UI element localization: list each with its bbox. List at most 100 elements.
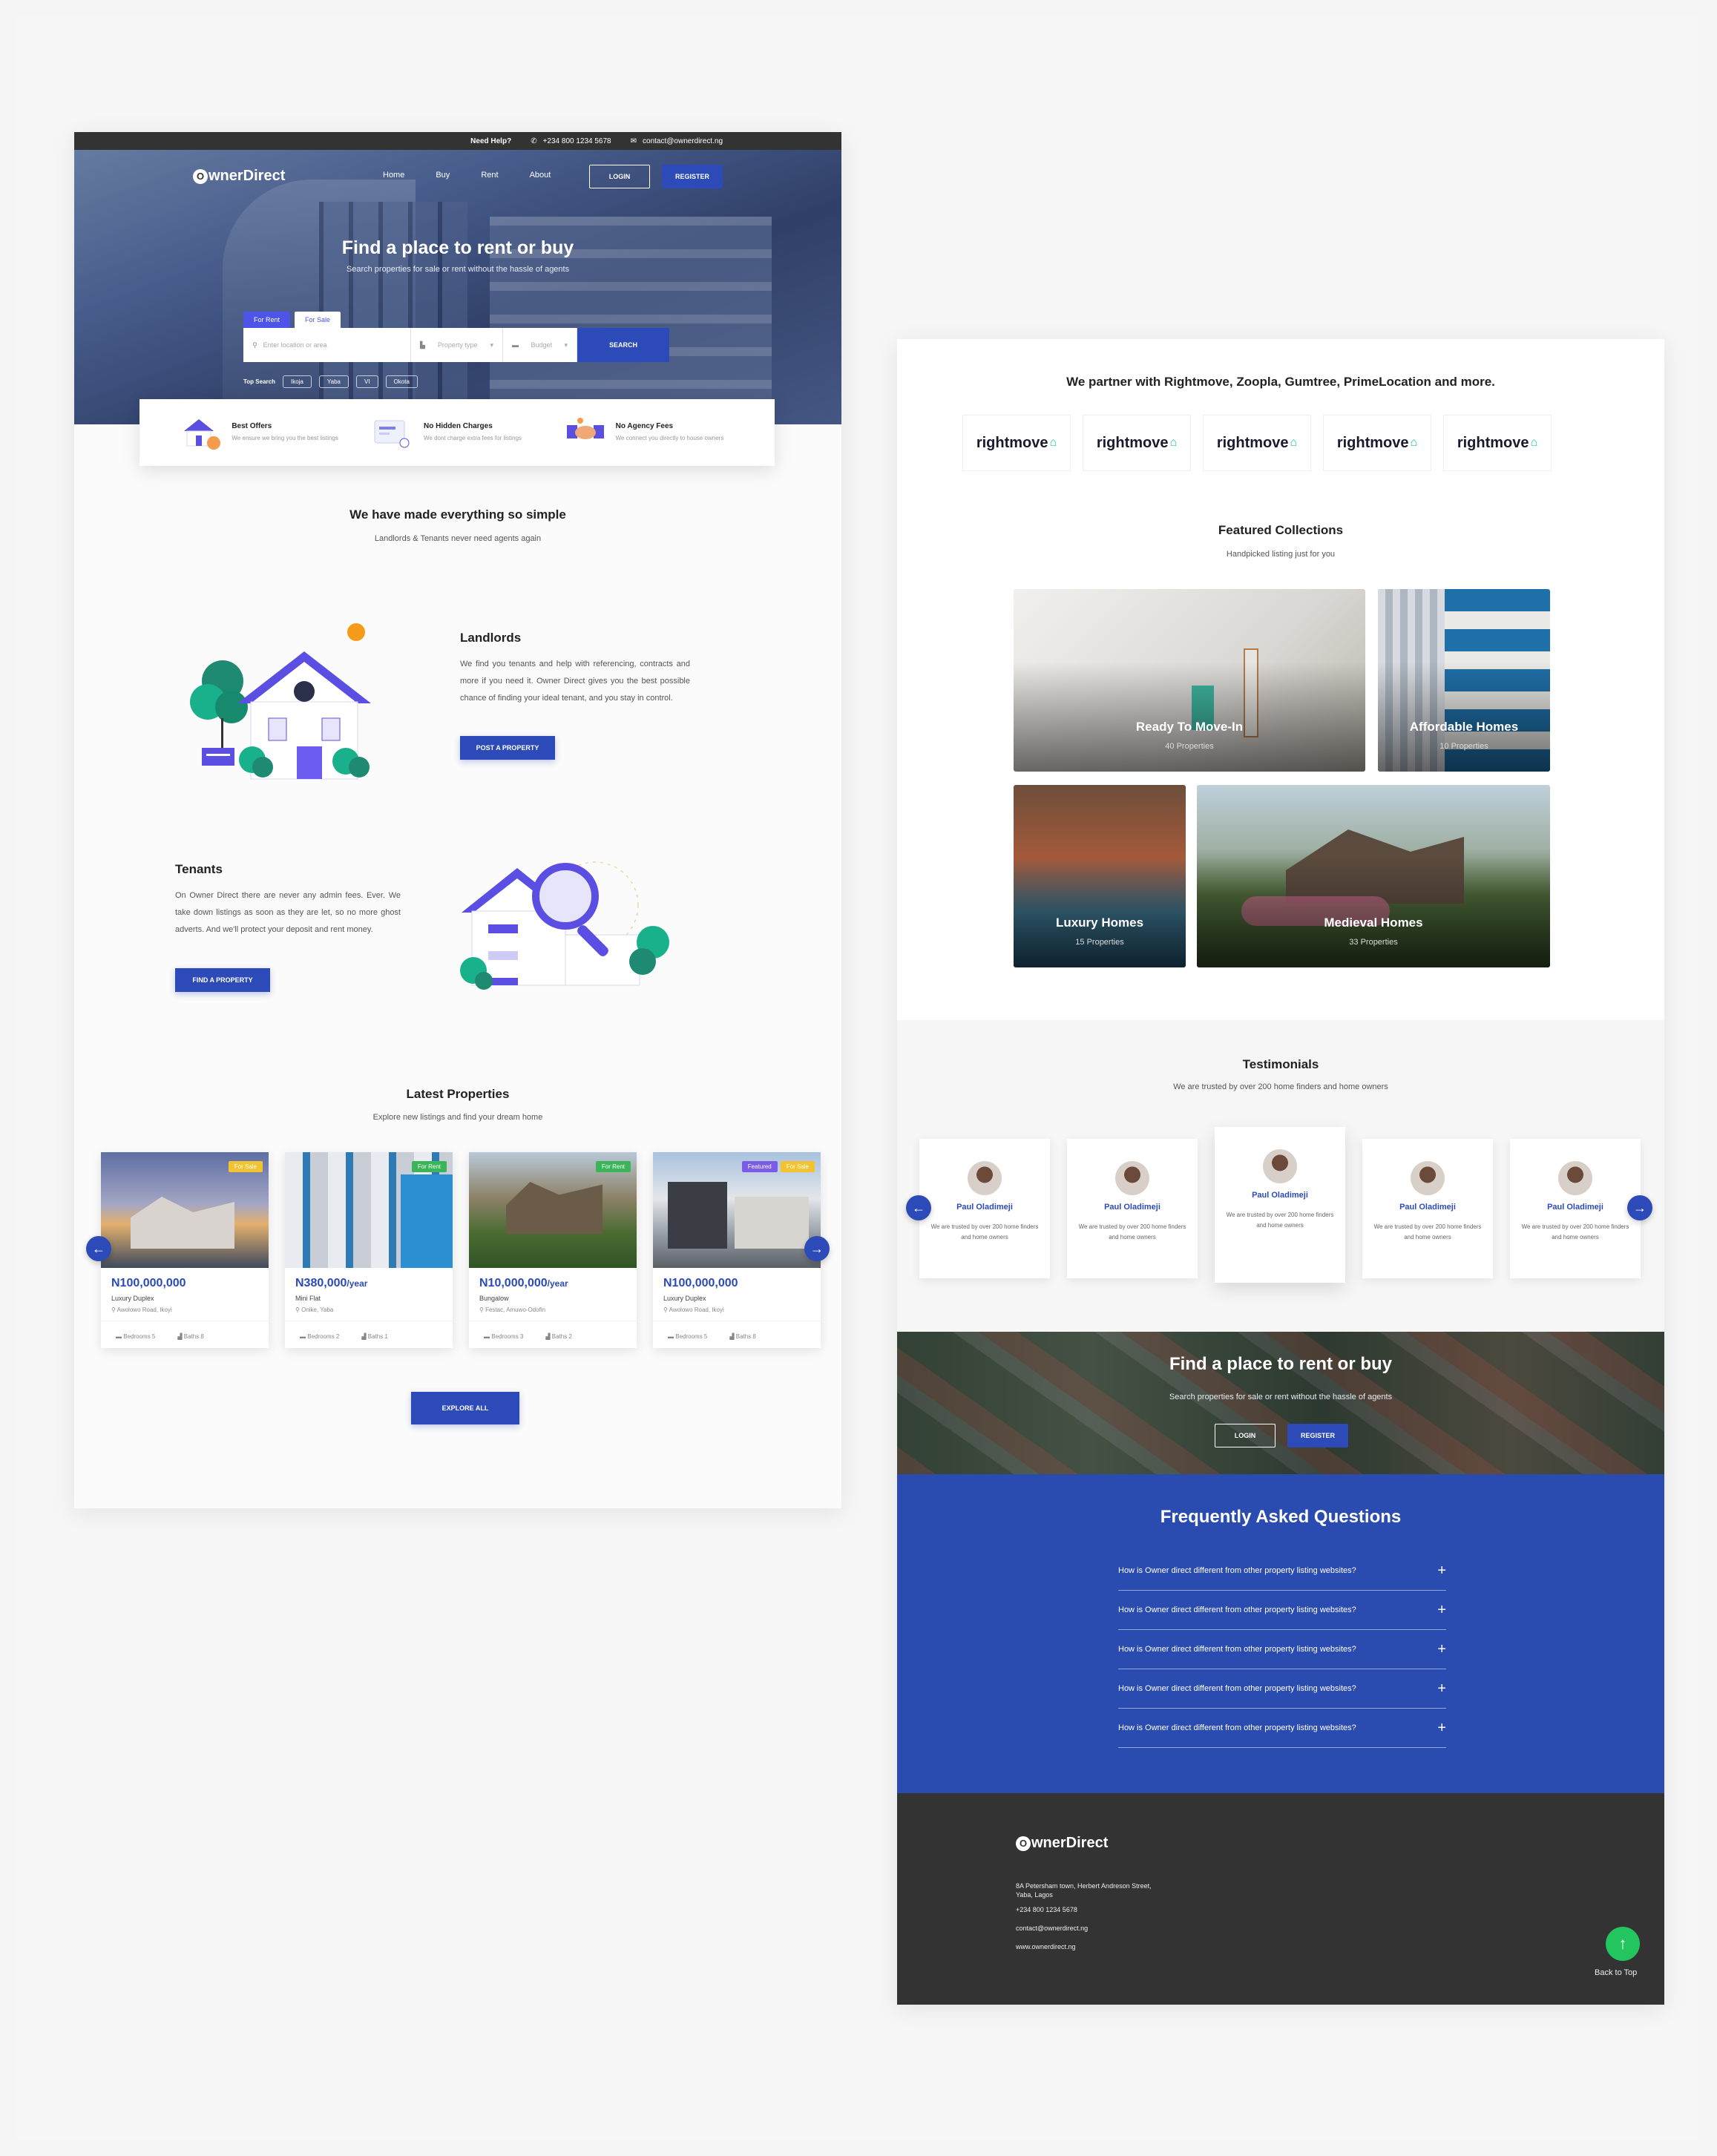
arrow-left-icon: ← bbox=[912, 1200, 925, 1215]
avatar bbox=[1263, 1149, 1297, 1183]
status-badge: For Sale bbox=[228, 1161, 263, 1172]
location-input[interactable]: ⚲ Enter location or area bbox=[243, 328, 411, 362]
status-badge: For Sale bbox=[780, 1161, 815, 1172]
landlords-text: We find you tenants and help with refere… bbox=[460, 660, 690, 703]
bed-icon: ▬ bbox=[668, 1333, 676, 1340]
feature-no-hidden-charges: No Hidden Charges We dont charge extra fe… bbox=[372, 413, 542, 452]
property-card[interactable]: For Rent N380,000/year Mini Flat ⚲ Onike… bbox=[285, 1152, 453, 1348]
email-contact[interactable]: ✉ contact@ownerdirect.ng bbox=[631, 137, 723, 145]
search-tabs: For Rent For Sale bbox=[243, 312, 341, 328]
faq-item[interactable]: How is Owner direct different from other… bbox=[1118, 1709, 1446, 1748]
partner-logo: rightmove ⌂ bbox=[1083, 415, 1191, 471]
handshake-icon bbox=[564, 413, 607, 452]
property-card[interactable]: Featured For Sale N100,000,000 Luxury Dup… bbox=[653, 1152, 821, 1348]
faq-item[interactable]: How is Owner direct different from other… bbox=[1118, 1591, 1446, 1630]
find-property-button[interactable]: FIND A PROPERTY bbox=[175, 968, 270, 992]
faq-question: How is Owner direct different from other… bbox=[1118, 1645, 1356, 1654]
avatar bbox=[968, 1161, 1002, 1195]
property-price: N100,000,000 bbox=[111, 1277, 186, 1289]
property-card[interactable]: For Sale N100,000,000 Luxury Duplex ⚲ Aw… bbox=[101, 1152, 269, 1348]
footer-email[interactable]: contact@ownerdirect.ng bbox=[1016, 1925, 1088, 1932]
top-search-chip[interactable]: VI bbox=[355, 375, 378, 388]
footer-logo[interactable]: OwnerDirect bbox=[1016, 1835, 1108, 1852]
collection-tile[interactable]: Ready To Move-In 40 Properties bbox=[1014, 589, 1365, 772]
post-property-button[interactable]: POST A PROPERTY bbox=[460, 736, 555, 760]
cta-register-button[interactable]: REGISTER bbox=[1287, 1424, 1348, 1447]
register-button[interactable]: REGISTER bbox=[662, 165, 723, 188]
property-type: Luxury Duplex bbox=[111, 1295, 154, 1302]
testimonial-text: We are trusted by over 200 home finders … bbox=[1373, 1223, 1482, 1240]
feature-desc: We dont charge extra fees for listings bbox=[423, 435, 522, 442]
latest-subtitle: Explore new listings and find your dream… bbox=[372, 1113, 543, 1122]
feature-title: No Hidden Charges bbox=[423, 422, 493, 431]
footer-phone[interactable]: +234 800 1234 5678 bbox=[1016, 1906, 1077, 1913]
nav-rent[interactable]: Rent bbox=[481, 171, 498, 180]
search-button[interactable]: SEARCH bbox=[577, 328, 669, 362]
faq-item[interactable]: How is Owner direct different from other… bbox=[1118, 1630, 1446, 1669]
cta-login-button[interactable]: LOGIN bbox=[1215, 1424, 1276, 1447]
feature-title: No Agency Fees bbox=[615, 422, 674, 431]
testimonial-text: We are trusted by over 200 home finders … bbox=[1226, 1212, 1334, 1229]
featured-title: Featured Collections bbox=[1218, 523, 1344, 537]
faq-item[interactable]: How is Owner direct different from other… bbox=[1118, 1669, 1446, 1709]
tab-for-sale[interactable]: For Sale bbox=[295, 312, 341, 328]
top-search-chip[interactable]: Okota bbox=[385, 375, 418, 388]
location-placeholder: Enter location or area bbox=[263, 341, 327, 349]
faq-question: How is Owner direct different from other… bbox=[1118, 1566, 1356, 1575]
collection-tile[interactable]: Affordable Homes 10 Properties bbox=[1378, 589, 1550, 772]
back-to-top-button[interactable]: ↑ bbox=[1606, 1927, 1640, 1961]
property-type: Luxury Duplex bbox=[663, 1295, 706, 1302]
partner-logos: rightmove ⌂ rightmove ⌂ rightmove ⌂ rightmo… bbox=[962, 415, 1552, 471]
testimonials-title: Testimonials bbox=[1242, 1057, 1319, 1071]
nav-about[interactable]: About bbox=[530, 171, 551, 180]
login-button[interactable]: LOGIN bbox=[589, 165, 650, 188]
top-search-chip[interactable]: Ikoja bbox=[282, 375, 312, 388]
collection-tile[interactable]: Medieval Homes 33 Properties bbox=[1197, 785, 1550, 967]
testimonial-next-button[interactable]: → bbox=[1627, 1195, 1652, 1220]
property-price: N380,000 bbox=[295, 1277, 347, 1289]
bedrooms: Bedrooms 5 bbox=[675, 1333, 708, 1340]
phone-contact[interactable]: ✆ +234 800 1234 5678 bbox=[531, 137, 611, 145]
collection-tile[interactable]: Luxury Homes 15 Properties bbox=[1014, 785, 1186, 967]
property-type-placeholder: Property type bbox=[437, 341, 478, 349]
bed-icon: ▬ bbox=[116, 1333, 124, 1340]
tab-for-rent[interactable]: For Rent bbox=[243, 312, 291, 328]
house-icon: ⌂ bbox=[1530, 436, 1538, 449]
baths: Baths 8 bbox=[735, 1333, 756, 1340]
property-card[interactable]: For Rent N10,000,000/year Bungalow ⚲ Fes… bbox=[469, 1152, 637, 1348]
simple-subtitle: Landlords & Tenants never need agents ag… bbox=[374, 534, 542, 543]
faq-item[interactable]: How is Owner direct different from other… bbox=[1118, 1551, 1446, 1591]
property-type: Mini Flat bbox=[295, 1295, 321, 1302]
house-icon: ⌂ bbox=[1049, 436, 1057, 449]
collection-name: Medieval Homes bbox=[1324, 916, 1423, 930]
location-pin-icon: ⚲ bbox=[479, 1307, 486, 1313]
plus-icon: + bbox=[1437, 1601, 1446, 1618]
testimonial-text: We are trusted by over 200 home finders … bbox=[930, 1223, 1039, 1240]
testimonial-name: Paul Oladimeji bbox=[1104, 1203, 1160, 1212]
brand-logo[interactable]: OwnerDirect bbox=[193, 168, 285, 185]
tenants-title: Tenants bbox=[175, 862, 223, 876]
budget-select[interactable]: ▬ Budget ▾ bbox=[503, 328, 577, 362]
feature-desc: We connect you directly to house owners bbox=[615, 435, 724, 442]
feature-no-agency-fees: No Agency Fees We connect you directly to… bbox=[564, 413, 735, 452]
bedrooms: Bedrooms 3 bbox=[491, 1333, 524, 1340]
carousel-next-button[interactable]: → bbox=[804, 1236, 830, 1261]
footer-website[interactable]: www.ownerdirect.ng bbox=[1016, 1943, 1076, 1950]
carousel-prev-button[interactable]: ← bbox=[86, 1236, 111, 1261]
testimonial-prev-button[interactable]: ← bbox=[906, 1195, 931, 1220]
back-to-top-label[interactable]: Back to Top bbox=[1595, 1968, 1637, 1977]
nav-home[interactable]: Home bbox=[383, 171, 404, 180]
property-photo: For Rent bbox=[285, 1152, 453, 1268]
testimonial-name: Paul Oladimeji bbox=[1547, 1203, 1603, 1212]
testimonial-name: Paul Oladimeji bbox=[956, 1203, 1013, 1212]
location-pin-icon: ⚲ bbox=[663, 1307, 669, 1313]
testimonial-name: Paul Oladimeji bbox=[1252, 1191, 1308, 1200]
property-type-select[interactable]: ▙ Property type ▾ bbox=[411, 328, 503, 362]
explore-all-button[interactable]: EXPLORE ALL bbox=[411, 1392, 519, 1424]
top-search-chip[interactable]: Yaba bbox=[318, 375, 349, 388]
bath-icon: ▟ bbox=[545, 1333, 552, 1340]
logo-text: wnerDirect bbox=[209, 168, 286, 184]
bath-icon: ▟ bbox=[361, 1333, 368, 1340]
baths: Baths 8 bbox=[183, 1333, 204, 1340]
nav-buy[interactable]: Buy bbox=[436, 171, 450, 180]
